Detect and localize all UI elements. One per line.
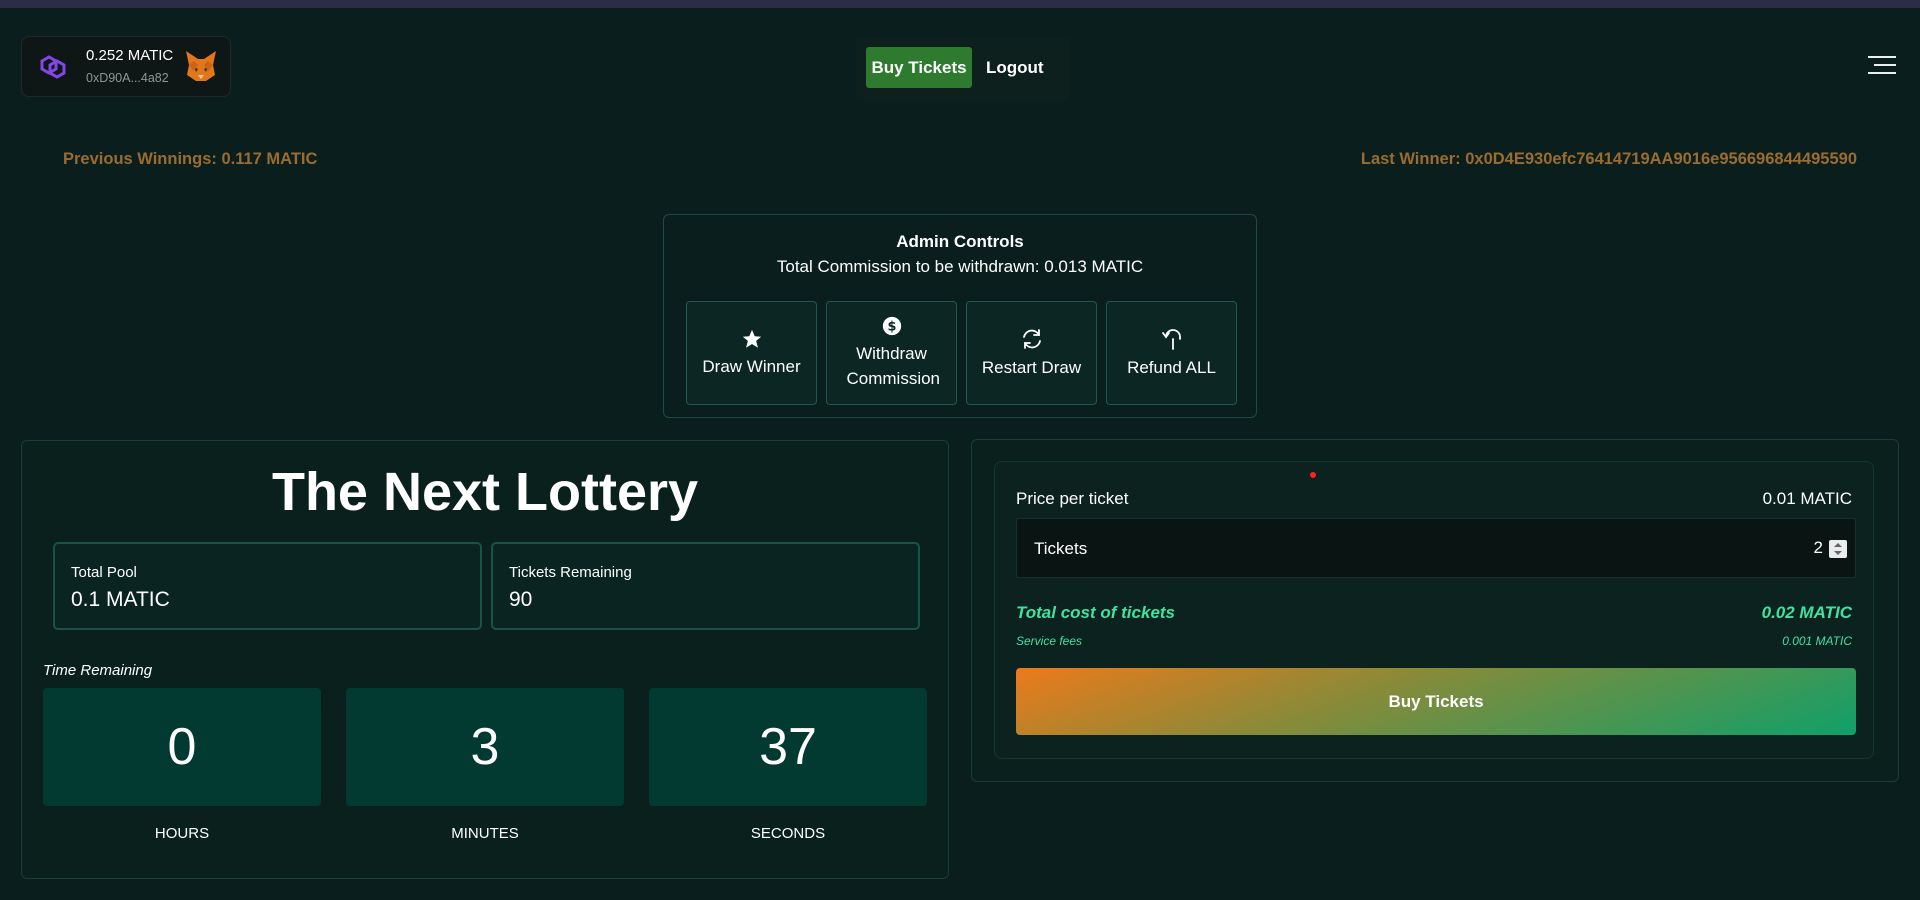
admin-title: Admin Controls <box>896 232 1024 251</box>
purchase-panel: Price per ticket 0.01 MATIC Tickets Tota… <box>971 439 1899 782</box>
restart-draw-label: Restart Draw <box>981 357 1082 377</box>
refresh-icon <box>1022 328 1041 349</box>
admin-controls-panel: Admin Controls Total Commission to be wi… <box>663 214 1257 418</box>
draw-winner-button[interactable]: Draw Winner <box>686 301 817 405</box>
price-per-ticket-label: Price per ticket <box>1016 489 1129 508</box>
refund-all-button[interactable]: Refund ALL <box>1106 301 1237 405</box>
seconds-box: 37 <box>649 688 927 806</box>
quantity-stepper[interactable] <box>1829 540 1847 558</box>
tickets-field-label: Tickets <box>1034 539 1088 558</box>
restart-draw-button[interactable]: Restart Draw <box>966 301 1097 405</box>
logout-button[interactable]: Logout <box>986 47 1044 88</box>
total-cost-value: 0.02 MATIC <box>1761 603 1852 622</box>
wallet-card[interactable]: 0.252 MATIC 0xD90A...4a82 <box>21 36 231 97</box>
tickets-field: Tickets <box>1016 518 1856 578</box>
admin-commission-text: Total Commission to be withdrawn: 0.013 … <box>776 257 1144 276</box>
refund-all-label: Refund ALL <box>1127 357 1216 377</box>
svg-text:$: $ <box>887 320 896 335</box>
status-dot <box>1310 472 1316 478</box>
last-winner: Last Winner: 0x0D4E930efc76414719AA9016e… <box>1360 150 1857 168</box>
purchase-form: Price per ticket 0.01 MATIC Tickets Tota… <box>994 461 1874 759</box>
previous-winnings: Previous Winnings: 0.117 MATIC <box>63 150 318 168</box>
nav-buy-tickets-button[interactable]: Buy Tickets <box>866 47 972 88</box>
time-remaining-label: Time Remaining <box>43 662 153 679</box>
wallet-balance: 0.252 MATIC <box>86 47 174 64</box>
tickets-remaining-label: Tickets Remaining <box>509 564 632 581</box>
tickets-remaining-card: Tickets Remaining 90 <box>491 542 920 630</box>
hours-box: 0 <box>43 688 321 806</box>
star-icon <box>742 329 761 348</box>
minutes-caption: MINUTES <box>451 825 519 842</box>
total-pool-card: Total Pool 0.1 MATIC <box>53 542 482 630</box>
seconds-caption: SECONDS <box>750 825 826 842</box>
tickets-remaining-value: 90 <box>509 588 533 611</box>
lottery-heading: The Next Lottery <box>271 462 699 522</box>
total-cost-label: Total cost of tickets <box>1016 603 1176 622</box>
service-fee-value: 0.001 MATIC <box>1782 634 1852 648</box>
dollar-coin-icon: $ <box>882 316 901 336</box>
metamask-fox-icon <box>186 51 216 81</box>
lottery-panel: The Next Lottery Total Pool 0.1 MATIC Ti… <box>21 440 949 879</box>
hamburger-menu-icon[interactable] <box>1868 56 1896 76</box>
polygon-icon <box>40 55 66 79</box>
service-fee-label: Service fees <box>1016 634 1083 648</box>
window-top-strip <box>0 0 1920 8</box>
total-pool-value: 0.1 MATIC <box>71 588 170 611</box>
refund-arrow-icon <box>1161 328 1181 350</box>
total-pool-label: Total Pool <box>71 564 137 581</box>
draw-winner-label: Draw Winner <box>702 356 801 376</box>
top-nav: Buy Tickets Logout <box>856 38 1070 100</box>
hours-caption: HOURS <box>154 825 210 842</box>
minutes-box: 3 <box>346 688 624 806</box>
buy-tickets-button[interactable]: Buy Tickets <box>1016 668 1856 735</box>
wallet-address: 0xD90A...4a82 <box>86 71 169 85</box>
price-per-ticket-value: 0.01 MATIC <box>1762 489 1852 508</box>
withdraw-commission-button[interactable]: $ Withdraw Commission <box>826 301 957 405</box>
withdraw-commission-label: Withdraw Commission <box>846 344 941 388</box>
